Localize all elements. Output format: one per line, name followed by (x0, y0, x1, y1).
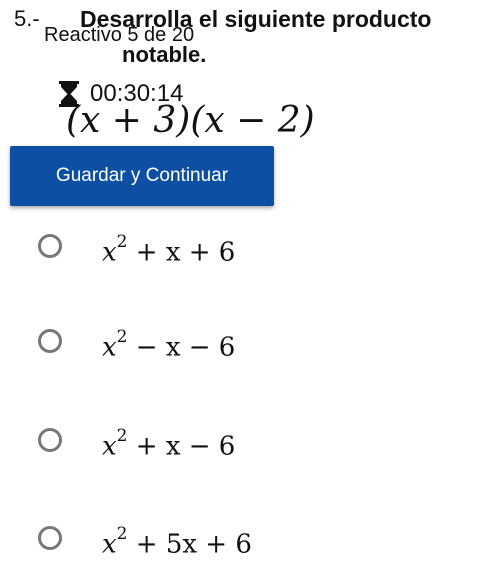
answer-option-3[interactable]: x2 + x − 6 (38, 424, 235, 462)
option-label: x2 + x − 6 (102, 426, 236, 462)
question-title: Desarrolla el siguiente producto (80, 6, 432, 32)
radio-circle-icon[interactable] (38, 427, 62, 452)
question-number: 5.- (14, 6, 40, 31)
answer-option-1[interactable]: x2 + x + 6 (38, 230, 235, 268)
question-title-continued: notable. (122, 42, 207, 67)
math-expression: (x + 3)(x − 2) (66, 100, 315, 141)
option-label: x2 − x − 6 (102, 327, 236, 363)
save-and-continue-button[interactable]: Guardar y Continuar (10, 146, 274, 206)
radio-circle-icon[interactable] (38, 525, 62, 550)
radio-circle-icon[interactable] (38, 328, 62, 353)
option-label: x2 + 5x + 6 (102, 524, 252, 560)
answer-option-2[interactable]: x2 − x − 6 (38, 325, 235, 363)
answer-option-4[interactable]: x2 + 5x + 6 (38, 522, 252, 560)
option-label: x2 + x + 6 (102, 232, 236, 268)
radio-circle-icon[interactable] (38, 233, 62, 258)
